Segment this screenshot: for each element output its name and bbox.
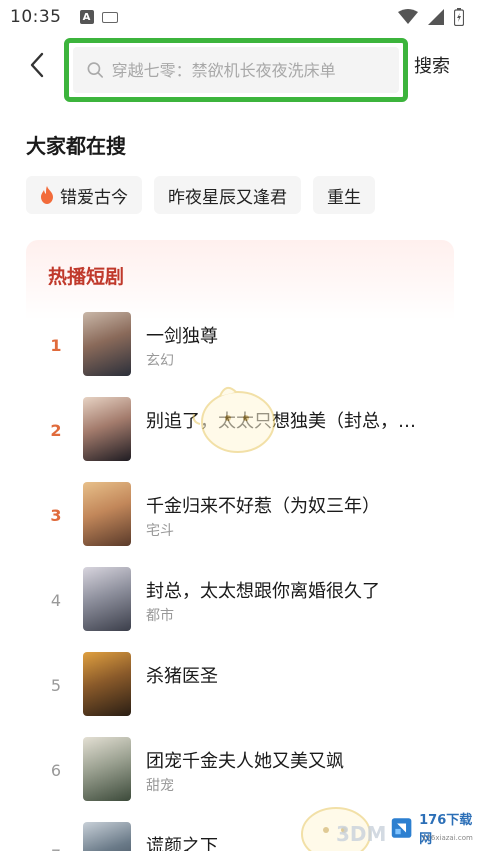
list-item[interactable]: 1 一剑独尊 玄幻 <box>26 312 454 378</box>
popular-searches-title: 大家都在搜 <box>26 134 126 158</box>
wifi-icon <box>398 9 418 24</box>
rank-number: 7 <box>46 846 66 851</box>
rank-number: 6 <box>50 761 62 780</box>
drama-cover <box>83 397 131 461</box>
drama-cover <box>83 737 131 801</box>
drama-cover <box>83 482 131 546</box>
drama-title: 封总，太太想跟你离婚很久了 <box>146 581 380 602</box>
drama-genre-tag: 甜宠 <box>146 778 174 794</box>
drama-cover <box>83 312 131 376</box>
list-item[interactable]: 4 封总，太太想跟你离婚很久了 都市 <box>26 567 454 633</box>
drama-cover <box>83 652 131 716</box>
drama-genre-tag: 都市 <box>146 608 174 624</box>
notification-a-icon: A <box>79 10 94 24</box>
drama-cover <box>83 567 131 631</box>
rank-number: 5 <box>50 676 62 695</box>
chevron-left-icon <box>30 52 44 78</box>
hot-dramas-title: 热播短剧 <box>48 266 125 288</box>
rank-number: 1 <box>50 336 62 355</box>
fire-icon <box>41 186 53 204</box>
back-button[interactable] <box>20 48 54 82</box>
chip-zuo-ye-xing-chen[interactable]: 昨夜星辰又逢君 <box>154 176 301 214</box>
search-button[interactable]: 搜索 <box>414 52 450 78</box>
list-item[interactable]: 3 千金归来不好惹（为奴三年） 宅斗 <box>26 482 454 548</box>
list-item[interactable]: 5 杀猪医圣 <box>26 652 454 718</box>
drama-cover <box>83 822 131 851</box>
drama-title: 千金归来不好惹（为奴三年） <box>146 496 380 517</box>
chip-label: 重生 <box>327 187 361 208</box>
chip-chong-sheng[interactable]: 重生 <box>313 176 375 214</box>
drama-title: 杀猪医圣 <box>146 666 218 687</box>
search-icon <box>87 62 104 78</box>
list-item[interactable]: 2 别追了，太太只想独美（封总，… <box>26 397 454 463</box>
drama-genre-tag: 玄幻 <box>146 353 174 369</box>
chip-label: 错爱古今 <box>60 187 128 208</box>
drama-title: 别追了，太太只想独美（封总，… <box>146 411 416 432</box>
chip-label: 昨夜星辰又逢君 <box>168 187 287 208</box>
rank-number: 3 <box>50 506 62 525</box>
rank-number: 2 <box>50 421 62 440</box>
status-bar: 10:35 A <box>0 0 478 34</box>
search-box <box>64 38 408 102</box>
keyboard-icon <box>101 11 118 23</box>
download-site-logo-icon <box>391 817 412 838</box>
watermark-site-url: 176xiazai.com <box>422 834 473 842</box>
rank-number: 4 <box>50 591 62 610</box>
watermark-176: 176下载网 176xiazai.com <box>386 804 478 851</box>
drama-title: 一剑独尊 <box>146 326 218 347</box>
search-bar-row: 搜索 <box>0 34 478 106</box>
battery-icon <box>454 8 464 26</box>
status-time: 10:35 <box>10 7 62 27</box>
chip-cuo-ai-gu-jin[interactable]: 错爱古今 <box>26 176 142 214</box>
drama-title: 团宠千金夫人她又美又飒 <box>146 751 344 772</box>
hot-dramas-panel: 热播短剧 1 一剑独尊 玄幻 2 别追了，太太只想独美（封总，… 3 千金归来不… <box>26 240 454 851</box>
drama-genre-tag: 宅斗 <box>146 523 174 539</box>
list-item[interactable]: 6 团宠千金夫人她又美又飒 甜宠 <box>26 737 454 803</box>
watermark-3dm: 3DM <box>336 822 387 846</box>
search-input[interactable] <box>111 60 399 80</box>
popular-search-chips: 错爱古今 昨夜星辰又逢君 重生 <box>26 176 375 214</box>
signal-icon <box>428 9 444 25</box>
